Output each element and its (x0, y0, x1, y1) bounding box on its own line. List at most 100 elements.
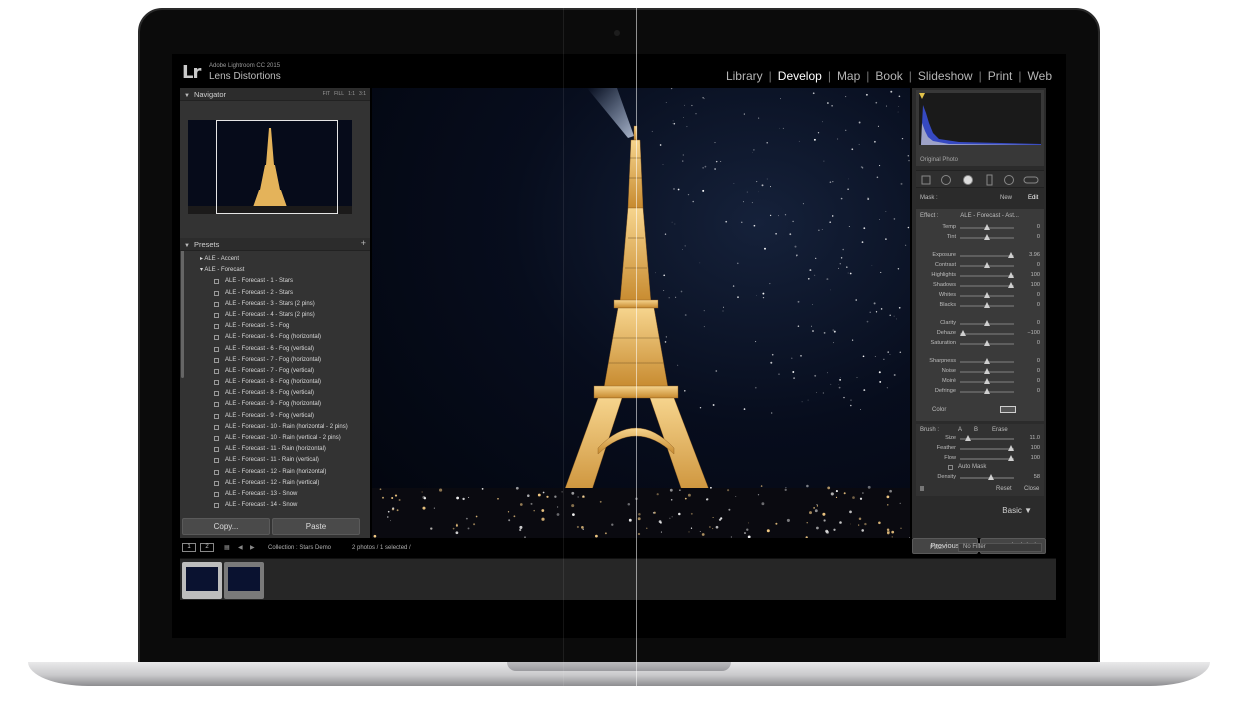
slider-track[interactable] (960, 285, 1014, 287)
preset-folder[interactable]: ▾ ALE - Forecast (190, 265, 366, 276)
navigator-view-frame[interactable] (216, 120, 338, 214)
slider-defringe[interactable]: Defringe 0 (916, 387, 1044, 397)
slider-exposure[interactable]: Exposure 3.96 (916, 251, 1044, 261)
paste-button[interactable]: Paste (272, 518, 360, 535)
slider-knob[interactable] (965, 435, 972, 441)
slider-value[interactable]: 3.96 (1029, 252, 1040, 258)
slider-track[interactable] (960, 333, 1014, 335)
slider-value[interactable]: 0 (1037, 302, 1040, 308)
slider-knob[interactable] (984, 340, 990, 346)
preset-item[interactable]: ALE - Forecast - 14 - Snow (190, 500, 366, 511)
slider-whites[interactable]: Whites 0 (916, 291, 1044, 301)
slider-value[interactable]: 100 (1031, 272, 1040, 278)
slider-value[interactable]: 0 (1037, 368, 1040, 374)
slider-moir[interactable]: Moiré 0 (916, 377, 1044, 387)
slider-knob[interactable] (984, 302, 990, 308)
main-photo[interactable] (372, 88, 910, 538)
slider-knob[interactable] (984, 368, 990, 374)
slider-tint[interactable]: Tint 0 (916, 233, 1044, 243)
slider-knob[interactable] (984, 234, 990, 240)
preset-folder[interactable]: ▸ ALE - Accent (190, 254, 366, 265)
brush-close-button[interactable]: Close (1024, 486, 1039, 492)
slider-knob[interactable] (984, 378, 990, 384)
preset-item[interactable]: ALE - Forecast - 13 - Snow (190, 489, 366, 500)
brush-reset-button[interactable]: Reset (996, 486, 1012, 492)
slider-knob[interactable] (984, 320, 990, 326)
grid-icon[interactable]: ▦ (224, 544, 230, 551)
module-develop[interactable]: Develop (772, 69, 828, 83)
effect-select[interactable]: ALE - Forecast - Ast... (960, 213, 1019, 219)
slider-value[interactable]: 0 (1037, 292, 1040, 298)
slider-knob[interactable] (988, 474, 995, 480)
slider-knob[interactable] (1008, 455, 1015, 461)
slider-value[interactable]: 0 (1037, 340, 1040, 346)
collection-label[interactable]: Collection : Stars Demo (268, 545, 331, 551)
presets-header[interactable]: ▼ Presets + (180, 238, 370, 251)
forward-arrow-icon[interactable]: ▶ (250, 544, 255, 551)
slider-knob[interactable] (1008, 252, 1015, 258)
zoom-option[interactable]: FIT (323, 91, 331, 97)
slider-value[interactable]: 0 (1037, 358, 1040, 364)
navigator-preview[interactable] (188, 120, 352, 214)
preset-item[interactable]: ALE - Forecast - 12 - Rain (vertical) (190, 478, 366, 489)
histogram[interactable]: Original Photo (916, 90, 1044, 166)
module-print[interactable]: Print (982, 69, 1019, 83)
collapse-triangle-icon[interactable]: ▼ (184, 243, 190, 249)
module-slideshow[interactable]: Slideshow (912, 69, 979, 83)
mask-edit-button[interactable]: Edit (1028, 195, 1038, 201)
zoom-option[interactable]: FILL (334, 91, 344, 97)
slider-knob[interactable] (1008, 445, 1015, 451)
back-arrow-icon[interactable]: ◀ (238, 544, 243, 551)
slider-knob[interactable] (984, 292, 990, 298)
mask-new-button[interactable]: New (1000, 195, 1012, 201)
slider-highlights[interactable]: Highlights 100 (916, 271, 1044, 281)
slider-contrast[interactable]: Contrast 0 (916, 261, 1044, 271)
module-library[interactable]: Library (720, 69, 769, 83)
preset-item[interactable]: ALE - Forecast - 11 - Rain (vertical) (190, 455, 366, 466)
filter-select[interactable]: No Filter (958, 543, 1042, 552)
basic-panel-header[interactable]: Basic ▼ (916, 506, 1044, 515)
brush-b-button[interactable]: B (974, 427, 978, 433)
brush-toggle-icon[interactable] (920, 486, 924, 491)
brush-erase-button[interactable]: Erase (992, 427, 1008, 433)
filmstrip-thumb-selected[interactable] (182, 562, 222, 599)
effect-row[interactable]: Effect : ALE - Forecast - Ast... (920, 213, 1040, 219)
slider-temp[interactable]: Temp 0 (916, 223, 1044, 233)
preset-item[interactable]: ALE - Forecast - 5 - Fog (190, 321, 366, 332)
brush-flow[interactable]: Flow 100 (916, 454, 1044, 464)
slider-knob[interactable] (1008, 282, 1015, 288)
slider-knob[interactable] (984, 224, 990, 230)
collapse-triangle-icon[interactable]: ▼ (184, 93, 190, 99)
color-swatch[interactable] (1000, 406, 1016, 413)
add-preset-icon[interactable]: + (361, 238, 366, 248)
preset-item[interactable]: ALE - Forecast - 8 - Fog (horizontal) (190, 377, 366, 388)
slider-value[interactable]: 0 (1037, 262, 1040, 268)
slider-value[interactable]: 100 (1031, 455, 1040, 461)
slider-dehaze[interactable]: Dehaze −100 (916, 329, 1044, 339)
slider-value[interactable]: 0 (1037, 234, 1040, 240)
preset-item[interactable]: ALE - Forecast - 10 - Rain (vertical - 2… (190, 433, 366, 444)
preset-item[interactable]: ALE - Forecast - 8 - Fog (vertical) (190, 388, 366, 399)
slider-track[interactable] (960, 255, 1014, 257)
preset-item[interactable]: ALE - Forecast - 9 - Fog (vertical) (190, 411, 366, 422)
slider-value[interactable]: 0 (1037, 320, 1040, 326)
slider-noise[interactable]: Noise 0 (916, 367, 1044, 377)
slider-value[interactable]: 58 (1034, 474, 1040, 480)
zoom-option[interactable]: 1:1 (348, 91, 355, 97)
slider-clarity[interactable]: Clarity 0 (916, 319, 1044, 329)
preset-item[interactable]: ALE - Forecast - 6 - Fog (vertical) (190, 344, 366, 355)
brush-density[interactable]: Density 58 (916, 473, 1044, 483)
slider-value[interactable]: 0 (1037, 378, 1040, 384)
preset-item[interactable]: ALE - Forecast - 6 - Fog (horizontal) (190, 332, 366, 343)
preset-item[interactable]: ALE - Forecast - 7 - Fog (horizontal) (190, 355, 366, 366)
page-2-button[interactable]: 2 (200, 543, 214, 552)
page-1-button[interactable]: 1 (182, 543, 196, 552)
left-scrollbar[interactable] (181, 238, 184, 378)
preset-item[interactable]: ALE - Forecast - 10 - Rain (horizontal -… (190, 422, 366, 433)
slider-value[interactable]: −100 (1027, 330, 1040, 336)
slider-track[interactable] (960, 477, 1014, 479)
slider-knob[interactable] (984, 358, 990, 364)
copy-button[interactable]: Copy... (182, 518, 270, 535)
slider-track[interactable] (960, 448, 1014, 450)
preset-item[interactable]: ALE - Forecast - 11 - Rain (horizontal) (190, 444, 366, 455)
